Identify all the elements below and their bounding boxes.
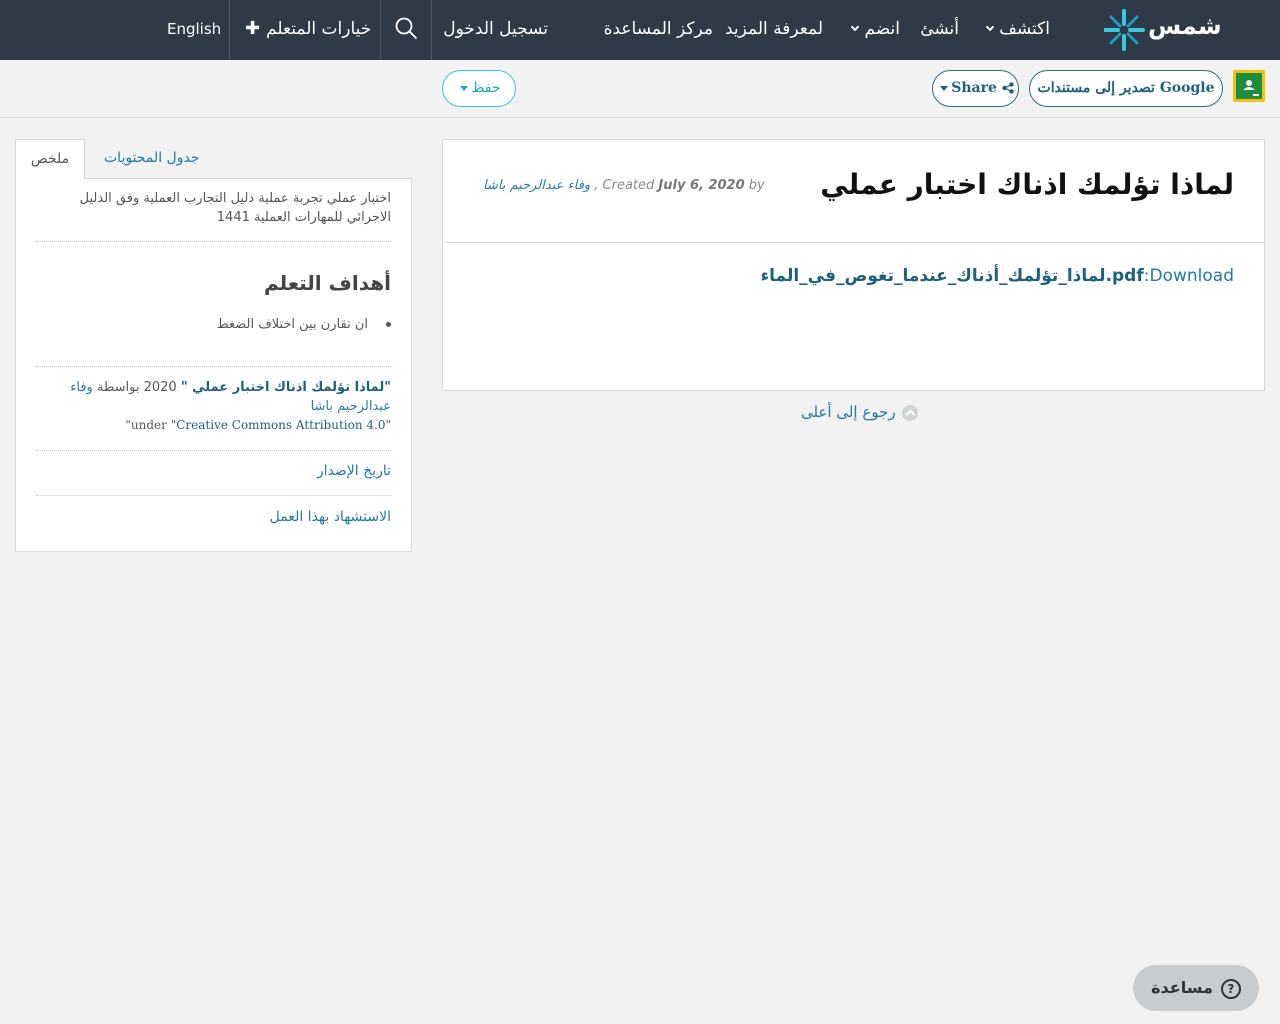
resource-card: لماذا تؤلمك اذناك اختبار عملي وفاء عبدال…	[442, 139, 1265, 391]
objective-item: ان تقارن بين اختلاف الضغط	[217, 317, 391, 332]
site-logo[interactable]: شمس	[1103, 6, 1222, 54]
share-button[interactable]: Share	[932, 70, 1019, 107]
question-circle-icon: ?	[1220, 978, 1241, 999]
export-google-docs-button[interactable]: تصدير إلى مستندات Google	[1029, 70, 1223, 107]
nav-learn-more-label: لمعرفة المزيد	[725, 19, 823, 39]
back-to-top-label: رجوع إلى أعلى	[801, 403, 896, 421]
share-icon	[1002, 82, 1014, 94]
help-floating-button[interactable]: مساعدة?	[1133, 965, 1259, 1011]
nav-login-label: تسجيل الدخول	[443, 19, 548, 39]
resource-summary: اختبار عملي تجربة عملية دليل التجارب الع…	[79, 191, 391, 225]
nav-learner-options[interactable]: ✚ خيارات المتعلم	[245, 0, 371, 60]
resource-toolbar: حفظ Share تصدير إلى مستندات Google	[0, 60, 1280, 118]
cite-this-work-link[interactable]: الاستشهاد بهذا العمل	[270, 509, 391, 525]
nav-learner-options-label: خيارات المتعلم	[266, 19, 372, 39]
meta-by-label: by	[748, 178, 765, 193]
share-button-label: Share	[951, 80, 997, 96]
help-button-label: مساعدة	[1151, 978, 1213, 997]
google-classroom-button[interactable]	[1233, 70, 1265, 102]
language-switch-label: English	[167, 20, 222, 38]
plus-icon: ✚	[245, 18, 261, 39]
attribution-block: "لماذا تؤلمك اذناك اختبار عملي " 2020 بو…	[41, 378, 391, 435]
nav-join-label: انضم	[864, 19, 900, 39]
resource-header: لماذا تؤلمك اذناك اختبار عملي وفاء عبدال…	[443, 140, 1264, 243]
nav-login[interactable]: تسجيل الدخول	[443, 0, 548, 60]
caret-down-icon	[460, 85, 469, 91]
caret-down-icon	[940, 85, 949, 91]
nav-divider	[380, 0, 381, 60]
back-to-top-link[interactable]: رجوع إلى أعلى	[801, 403, 918, 421]
resource-title: لماذا تؤلمك اذناك اختبار عملي	[820, 168, 1234, 201]
meta-created-label: Created	[602, 178, 655, 193]
sidebar-panel: اختبار عملي تجربة عملية دليل التجارب الع…	[15, 178, 412, 552]
nav-explore-label: اكتشف	[999, 19, 1050, 39]
attribution-year-by: 2020 بواسطة	[96, 380, 177, 395]
tab-summary[interactable]: ملخص	[15, 139, 85, 179]
save-button-label: حفظ	[471, 80, 501, 96]
nav-join[interactable]: انضم	[851, 0, 900, 60]
chevron-down-icon	[986, 22, 995, 32]
download-link[interactable]: لماذا_تؤلمك_أذناك_عندما_تغوص_في_الماء.pd…	[760, 266, 1234, 286]
nav-learn-more[interactable]: لمعرفة المزيد	[725, 0, 823, 60]
save-button[interactable]: حفظ	[442, 70, 516, 107]
tab-table-of-contents[interactable]: جدول المحتويات	[88, 139, 215, 179]
chevron-down-icon	[851, 22, 860, 32]
nav-explore[interactable]: اكتشف	[986, 0, 1050, 60]
language-switch[interactable]: English	[167, 0, 221, 60]
nav-help-center[interactable]: مركز المساعدة	[604, 0, 713, 60]
divider	[36, 450, 391, 451]
logo-star-icon	[1103, 9, 1145, 51]
nav-divider	[229, 0, 230, 60]
license-link[interactable]: Creative Commons Attribution 4.0	[176, 418, 385, 432]
top-navbar: شمس اكتشف أنشئ انضم لمعرفة المزيد مركز ا…	[0, 0, 1280, 60]
download-filename[interactable]: لماذا_تؤلمك_أذناك_عندما_تغوص_في_الماء.pd…	[760, 266, 1143, 286]
attribution-title[interactable]: "لماذا تؤلمك اذناك اختبار عملي "	[181, 380, 391, 395]
search-icon	[395, 17, 417, 39]
license-line: "under "Creative Commons Attribution 4.0…	[125, 418, 391, 432]
meta-date: July 6, 2020	[658, 178, 745, 193]
nav-create[interactable]: أنشئ	[920, 0, 959, 60]
logo-text: شمس	[1148, 12, 1222, 40]
divider	[36, 495, 391, 496]
chevron-up-circle-icon	[901, 404, 918, 421]
google-classroom-icon	[1236, 73, 1262, 99]
meta-author[interactable]: وفاء عبدالرحيم باشا	[483, 178, 590, 193]
divider	[36, 366, 391, 367]
license-under: under	[130, 418, 167, 432]
export-google-docs-label: تصدير إلى مستندات Google	[1037, 80, 1215, 96]
download-label: Download	[1149, 266, 1234, 286]
nav-create-label: أنشئ	[920, 19, 959, 39]
divider	[36, 241, 391, 242]
version-date-link[interactable]: تاريخ الإصدار	[317, 463, 391, 479]
resource-meta: وفاء عبدالرحيم باشا , Created July 6, 20…	[483, 178, 765, 193]
search-button[interactable]	[394, 16, 418, 42]
nav-help-center-label: مركز المساعدة	[603, 19, 713, 39]
learning-objectives-heading: أهداف التعلم	[264, 271, 391, 295]
nav-divider	[431, 0, 432, 60]
